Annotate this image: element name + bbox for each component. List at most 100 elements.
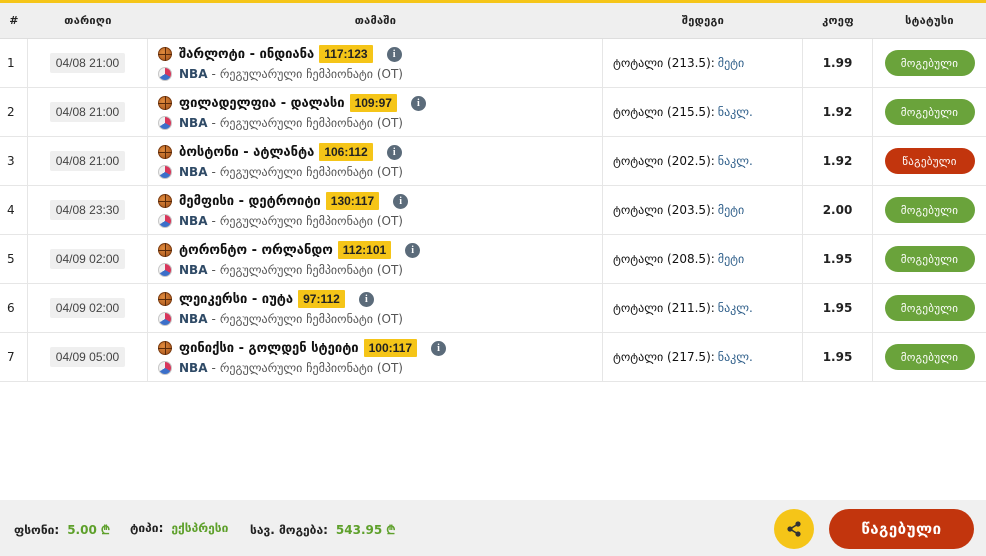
info-icon[interactable]: i — [358, 291, 374, 307]
status-badge: წაგებული — [884, 148, 975, 174]
league-name: NBA — [179, 361, 208, 375]
status-cell: მოგებული — [873, 39, 986, 87]
table-body: 1 04/08 21:00 შარლოტი - ინდიანა 117:123 … — [0, 39, 986, 382]
status-cell: მოგებული — [873, 88, 986, 136]
league-separator: - — [211, 67, 216, 81]
stake-label: ფსონი: — [14, 522, 60, 537]
market-label: ტოტალი (208.5): — [613, 252, 715, 266]
league-name: NBA — [179, 312, 208, 326]
potential-win-info: სავ. მოგება: 543.95 ₾ — [250, 521, 395, 538]
market-label: ტოტალი (203.5): — [613, 203, 715, 217]
league-description: რეგულარული ჩემპიონატი (OT) — [219, 67, 403, 81]
odds-cell: 2.00 — [803, 186, 873, 234]
score-badge: 109:97 — [349, 94, 397, 112]
info-icon[interactable]: i — [405, 242, 421, 258]
date-badge: 04/09 02:00 — [49, 249, 126, 269]
league-separator: - — [211, 312, 216, 326]
league-separator: - — [211, 214, 216, 228]
stake-value: 5.00 — [67, 522, 97, 537]
market-label: ტოტალი (213.5): — [613, 56, 715, 70]
game-line: ფილადელფია - დალასი 109:97 i — [158, 92, 426, 114]
nba-icon — [158, 67, 172, 81]
header-result: შედეგი — [681, 14, 725, 27]
odds-cell: 1.99 — [803, 39, 873, 87]
score-badge: 112:101 — [337, 241, 392, 259]
row-number: 3 — [0, 137, 28, 185]
header-game: თამაში — [354, 14, 397, 27]
table-row: 5 04/09 02:00 ტორონტო - ორლანდო 112:101 … — [0, 235, 986, 284]
status-cell: მოგებული — [873, 186, 986, 234]
odds-cell: 1.95 — [803, 235, 873, 283]
score-badge: 97:112 — [298, 290, 345, 308]
market-pick: მეტი — [717, 56, 745, 70]
table-row: 2 04/08 21:00 ფილადელფია - დალასი 109:97… — [0, 88, 986, 137]
game-line: ტორონტო - ორლანდო 112:101 i — [158, 239, 421, 261]
info-icon[interactable]: i — [393, 193, 409, 209]
row-number: 5 — [0, 235, 28, 283]
status-badge: მოგებული — [884, 197, 975, 223]
result-cell: ტოტალი (208.5): მეტი — [603, 235, 803, 283]
market-pick: ნაკლ. — [717, 154, 753, 168]
result-cell: ტოტალი (202.5): ნაკლ. — [603, 137, 803, 185]
league-separator: - — [211, 361, 216, 375]
header-num: # — [9, 14, 19, 27]
league-name: NBA — [179, 116, 208, 130]
table-row: 7 04/09 05:00 ფინიქსი - გოლდენ სტეიტი 10… — [0, 333, 986, 382]
game-line: შარლოტი - ინდიანა 117:123 i — [158, 43, 402, 65]
header-date: თარიღი — [64, 14, 112, 27]
score-badge: 130:117 — [325, 192, 380, 210]
odds-cell: 1.92 — [803, 137, 873, 185]
info-icon[interactable]: i — [431, 340, 447, 356]
table-row: 6 04/09 02:00 ლეიკერსი - იუტა 97:112 i N… — [0, 284, 986, 333]
basketball-icon — [158, 292, 172, 306]
date-badge: 04/08 21:00 — [49, 53, 126, 73]
date-cell: 04/08 21:00 — [28, 39, 148, 87]
market-label: ტოტალი (215.5): — [613, 105, 715, 119]
info-icon[interactable]: i — [386, 144, 402, 160]
odds-cell: 1.92 — [803, 88, 873, 136]
potential-value: 543.95 — [335, 522, 383, 537]
date-badge: 04/08 21:00 — [49, 102, 126, 122]
date-badge: 04/09 05:00 — [49, 347, 126, 367]
market-pick: ნაკლ. — [717, 350, 753, 364]
currency-symbol: ₾ — [100, 523, 111, 537]
league-line: NBA - რეგულარული ჩემპიონატი (OT) — [158, 212, 403, 230]
teams-name: შარლოტი - ინდიანა — [179, 46, 315, 62]
nba-icon — [158, 116, 172, 130]
status-cell: მოგებული — [873, 235, 986, 283]
result-cell: ტოტალი (215.5): ნაკლ. — [603, 88, 803, 136]
game-cell: ლეიკერსი - იუტა 97:112 i NBA - რეგულარულ… — [148, 284, 603, 332]
game-cell: შარლოტი - ინდიანა 117:123 i NBA - რეგულა… — [148, 39, 603, 87]
share-button[interactable] — [774, 509, 814, 549]
league-line: NBA - რეგულარული ჩემპიონატი (OT) — [158, 65, 403, 83]
status-badge: მოგებული — [884, 50, 975, 76]
game-cell: ბოსტონი - ატლანტა 106:112 i NBA - რეგულა… — [148, 137, 603, 185]
league-line: NBA - რეგულარული ჩემპიონატი (OT) — [158, 163, 403, 181]
info-icon[interactable]: i — [386, 46, 402, 62]
basketball-icon — [158, 341, 172, 355]
league-name: NBA — [179, 263, 208, 277]
teams-name: ფინიქსი - გოლდენ სტეიტი — [179, 340, 359, 356]
game-line: ლეიკერსი - იუტა 97:112 i — [158, 288, 374, 310]
score-badge: 117:123 — [319, 45, 373, 63]
game-cell: მემფისი - დეტროიტი 130:117 i NBA - რეგულ… — [148, 186, 603, 234]
game-line: ფინიქსი - გოლდენ სტეიტი 100:117 i — [158, 337, 447, 359]
date-cell: 04/09 02:00 — [28, 284, 148, 332]
final-status-badge: წაგებული — [829, 509, 974, 549]
league-line: NBA - რეგულარული ჩემპიონატი (OT) — [158, 310, 403, 328]
game-line: ბოსტონი - ატლანტა 106:112 i — [158, 141, 402, 163]
league-name: NBA — [179, 67, 208, 81]
market-label: ტოტალი (217.5): — [613, 350, 715, 364]
date-badge: 04/09 02:00 — [49, 298, 126, 318]
market-pick: ნაკლ. — [717, 105, 753, 119]
type-value: ექსპრესი — [171, 521, 229, 535]
table-row: 4 04/08 23:30 მემფისი - დეტროიტი 130:117… — [0, 186, 986, 235]
league-line: NBA - რეგულარული ჩემპიონატი (OT) — [158, 261, 403, 279]
nba-icon — [158, 263, 172, 277]
game-line: მემფისი - დეტროიტი 130:117 i — [158, 190, 409, 212]
table-header: # თარიღი თამაში შედეგი კოეფ სტატუსი — [0, 3, 986, 39]
info-icon[interactable]: i — [410, 95, 426, 111]
date-cell: 04/08 21:00 — [28, 88, 148, 136]
league-description: რეგულარული ჩემპიონატი (OT) — [219, 312, 403, 326]
date-cell: 04/08 23:30 — [28, 186, 148, 234]
